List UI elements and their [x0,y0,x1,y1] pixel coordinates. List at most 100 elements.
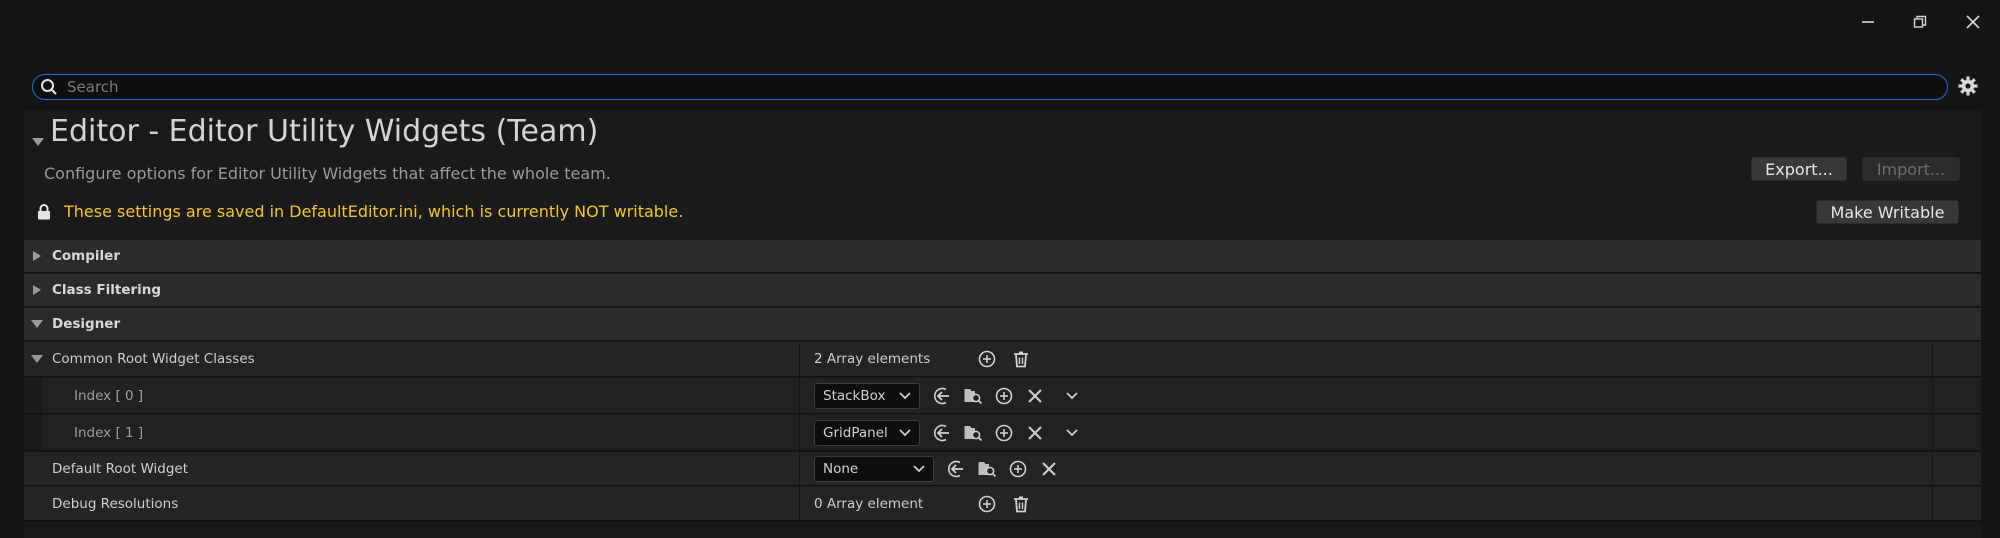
category-label: Class Filtering [52,282,162,298]
indent-guide [24,415,42,450]
search-box [32,74,1948,100]
category-class-filtering[interactable]: Class Filtering [24,274,1981,307]
column-divider-right [1932,342,1933,376]
column-divider-right [1932,487,1933,520]
triangle-right-icon [32,240,42,272]
selected-class: None [823,460,859,477]
search-bar [30,74,1978,102]
triangle-down-icon [30,308,44,340]
folder-search-icon [964,388,983,404]
trash-icon [1014,496,1028,512]
clear-element-button[interactable] [1022,383,1048,409]
search-input[interactable] [65,77,1947,97]
triangle-right-icon [32,274,42,306]
chevron-down-icon [899,428,911,436]
column-divider[interactable] [799,342,800,376]
folder-search-icon [978,461,997,477]
column-divider-right [1932,378,1933,413]
array-element-row: Index [ 1 ] GridPanel [24,415,1981,451]
trash-icon [1014,351,1028,368]
section-description: Configure options for Editor Utility Wid… [44,164,611,183]
clear-array-button[interactable] [1008,346,1034,372]
plus-circle-icon [995,387,1013,404]
make-writable-button[interactable]: Make Writable [1816,200,1959,224]
minimize-button[interactable] [1846,0,1890,44]
insert-element-button[interactable] [991,383,1017,409]
array-index-label: Index [ 0 ] [74,387,144,404]
category-designer[interactable]: Designer [24,308,1981,341]
arrow-left-circle-icon [933,387,949,404]
import-button[interactable]: Import... [1862,157,1960,181]
insert-element-button[interactable] [991,420,1017,446]
create-new-button[interactable] [1005,456,1031,482]
browse-button[interactable] [974,456,1000,482]
column-divider[interactable] [799,487,800,520]
section-header: Editor - Editor Utility Widgets (Team) C… [24,110,1981,240]
selected-class: StackBox [823,387,886,404]
chevron-down-icon [913,464,925,472]
class-picker-dropdown[interactable]: GridPanel [814,419,920,446]
arrow-left-circle-icon [933,424,949,441]
close-icon [1042,461,1056,476]
triangle-down-icon [31,355,43,363]
use-selected-button[interactable] [929,383,955,409]
chevron-down-icon [1066,391,1078,399]
lock-icon [37,204,51,224]
array-element-row: Index [ 0 ] StackBox [24,378,1981,414]
column-divider-right [1932,452,1933,485]
close-icon [1966,15,1980,29]
browse-button[interactable] [960,420,986,446]
indent-guide [24,378,42,413]
column-divider[interactable] [799,415,800,450]
use-selected-button[interactable] [943,456,969,482]
chevron-down-icon [1066,428,1078,436]
browse-button[interactable] [960,383,986,409]
property-row-debug-resolutions: Debug Resolutions 0 Array element [24,487,1981,521]
section-collapse-button[interactable] [31,132,45,151]
category-label: Designer [52,316,121,332]
search-icon [40,78,58,96]
column-divider[interactable] [799,378,800,413]
plus-circle-icon [995,424,1013,441]
array-count: 0 Array element [814,495,924,512]
minimize-icon [1862,21,1874,23]
property-label: Default Root Widget [52,460,189,477]
triangle-down-icon [32,138,44,146]
class-picker-dropdown[interactable]: StackBox [814,382,920,409]
export-button[interactable]: Export... [1751,157,1847,181]
settings-panel: Editor - Editor Utility Widgets (Team) C… [24,110,1981,538]
column-divider-right [1932,415,1933,450]
close-icon [1028,425,1042,440]
column-divider[interactable] [799,452,800,485]
property-label: Debug Resolutions [52,495,179,512]
restore-button[interactable] [1898,0,1942,44]
not-writable-warning: These settings are saved in DefaultEdito… [64,202,684,221]
element-options-button[interactable] [1059,383,1085,409]
plus-circle-icon [978,495,996,512]
folder-search-icon [964,425,983,441]
gear-icon [1958,76,1978,96]
plus-circle-icon [978,350,996,368]
clear-element-button[interactable] [1022,420,1048,446]
clear-array-button[interactable] [1008,491,1034,517]
restore-icon [1913,15,1927,28]
add-element-button[interactable] [974,346,1000,372]
array-index-label: Index [ 1 ] [74,424,144,441]
expand-array-button[interactable] [30,342,44,376]
property-label: Common Root Widget Classes [52,351,255,367]
array-count: 2 Array elements [814,351,931,367]
add-element-button[interactable] [974,491,1000,517]
category-compiler[interactable]: Compiler [24,240,1981,273]
settings-gear-button[interactable] [1957,75,1979,97]
arrow-left-circle-icon [947,460,963,477]
class-picker-dropdown[interactable]: None [814,455,934,482]
chevron-down-icon [899,391,911,399]
property-row-common-root-widget-classes: Common Root Widget Classes 2 Array eleme… [24,342,1981,377]
category-label: Compiler [52,248,120,264]
page-title: Editor - Editor Utility Widgets (Team) [50,114,599,149]
close-button[interactable] [1951,0,1995,44]
use-selected-button[interactable] [929,420,955,446]
clear-button[interactable] [1036,456,1062,482]
element-options-button[interactable] [1059,420,1085,446]
selected-class: GridPanel [823,424,888,441]
